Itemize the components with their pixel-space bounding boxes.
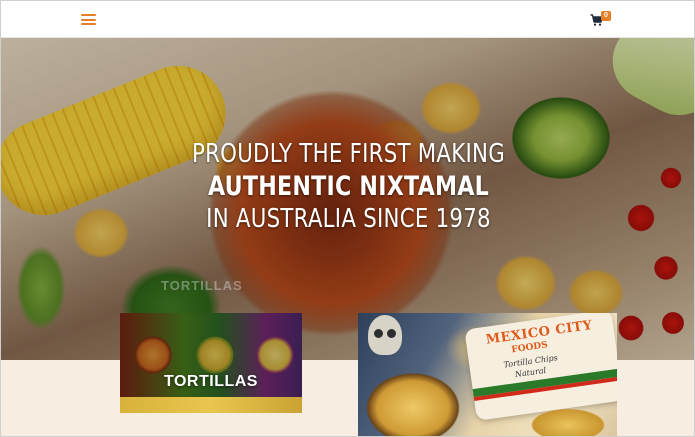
cart-count-badge: 0 bbox=[601, 11, 611, 21]
menu-bar bbox=[81, 14, 96, 16]
hero-line-3: IN AUSTRALIA SINCE 1978 bbox=[206, 204, 491, 234]
menu-bar bbox=[81, 18, 96, 21]
category-card-tortillas[interactable]: TORTILLAS bbox=[120, 313, 302, 413]
category-card-label: TORTILLAS bbox=[164, 373, 258, 390]
page: 0 TORTILLAS PROUDLY THE FIRST MAKING AUT… bbox=[0, 0, 695, 437]
site-header: 0 bbox=[1, 1, 694, 38]
hero-ghost-label: TORTILLAS bbox=[161, 278, 243, 293]
hamburger-menu-icon[interactable] bbox=[81, 14, 96, 25]
hero-line-2: AUTHENTIC NIXTAMAL bbox=[207, 171, 490, 202]
bag-variety: Natural bbox=[514, 365, 547, 380]
sugar-skull-image bbox=[368, 315, 402, 355]
category-card-chips[interactable]: MEXICO CITY FOODS Tortilla Chips Natural bbox=[358, 313, 617, 436]
chips-bowl-image bbox=[508, 405, 617, 436]
hero-heading: PROUDLY THE FIRST MAKING AUTHENTIC NIXTA… bbox=[1, 138, 694, 235]
hero-line-1: PROUDLY THE FIRST MAKING bbox=[192, 139, 505, 169]
menu-bar bbox=[81, 23, 96, 25]
card-image-foot bbox=[120, 397, 302, 413]
hero-banner: TORTILLAS PROUDLY THE FIRST MAKING AUTHE… bbox=[1, 38, 694, 360]
cart-button[interactable]: 0 bbox=[590, 11, 612, 30]
